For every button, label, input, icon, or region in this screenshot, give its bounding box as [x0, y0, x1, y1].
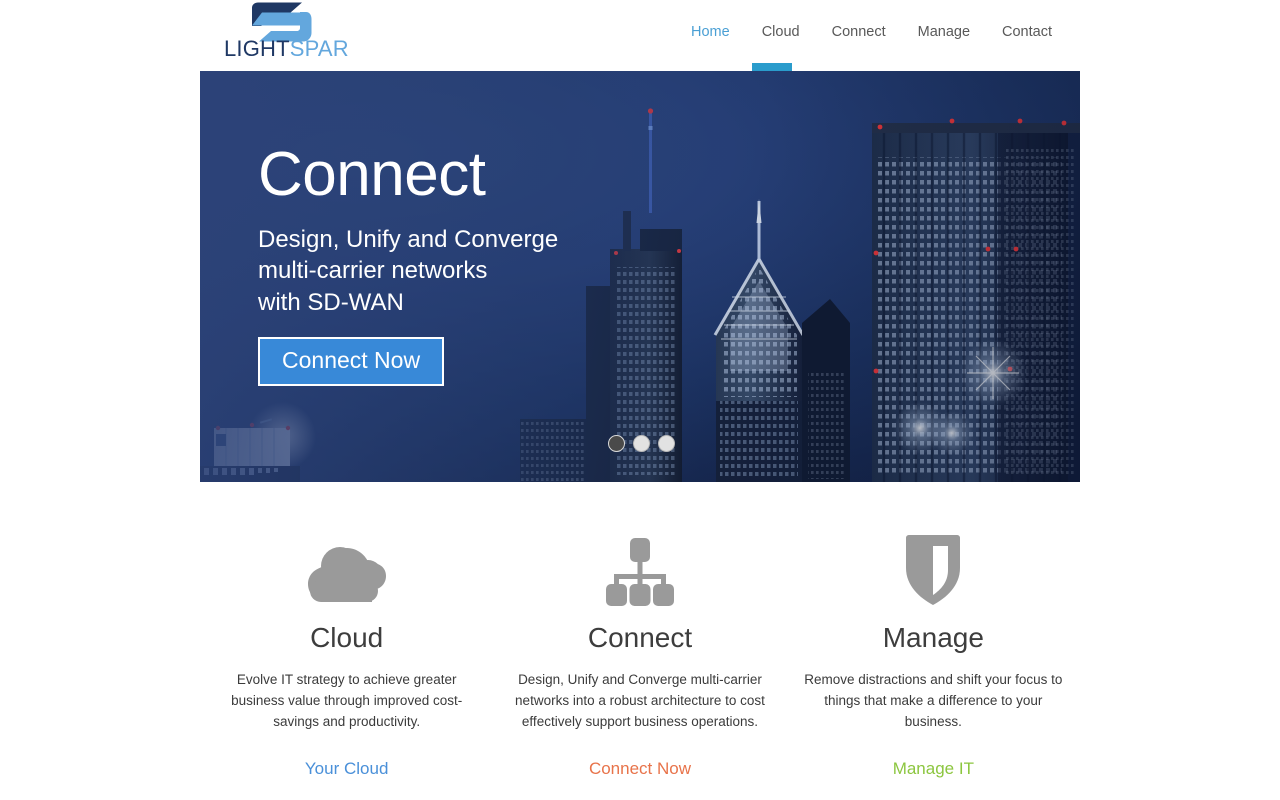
logo-wordmark: LIGHTSPAR: [224, 36, 349, 62]
carousel-dot-3[interactable]: [658, 435, 675, 452]
carousel-dot-2[interactable]: [633, 435, 650, 452]
feature-link-manage-it[interactable]: Manage IT: [893, 759, 974, 779]
logo-home-link[interactable]: LIGHTSPAR: [224, 2, 349, 64]
nav-item-contact[interactable]: Contact: [998, 22, 1056, 42]
carousel-dots: [608, 435, 675, 452]
feature-description-cloud: Evolve IT strategy to achieve greater bu…: [231, 672, 463, 729]
shield-icon: [906, 535, 961, 605]
feature-card-manage: Manage Remove distractions and shift you…: [787, 520, 1080, 779]
nav-item-manage[interactable]: Manage: [914, 22, 974, 42]
feature-link-your-cloud[interactable]: Your Cloud: [305, 759, 389, 779]
hero-connect-now-button[interactable]: Connect Now: [258, 336, 445, 387]
nav-item-connect[interactable]: Connect: [828, 22, 890, 42]
hero-title: Connect: [258, 140, 486, 209]
nav-item-home[interactable]: Home: [687, 22, 734, 42]
feature-title-cloud: Cloud: [310, 622, 384, 653]
feature-icon-wrap-connect: [509, 520, 770, 606]
hero-subtitle-line-1: Design, Unify and Converge: [258, 226, 559, 254]
feature-title-connect: Connect: [587, 622, 693, 653]
feature-card-cloud: Cloud Evolve IT strategy to achieve grea…: [200, 520, 493, 779]
feature-cards-section: Cloud Evolve IT strategy to achieve grea…: [200, 520, 1080, 779]
hero-content: Connect Design, Unify and Converge multi…: [258, 140, 698, 387]
cloud-icon: [307, 547, 386, 602]
hero-subtitle-line-3: with SD-WAN: [258, 288, 404, 316]
feature-icon-wrap-manage: [803, 520, 1064, 606]
feature-description-connect: Design, Unify and Converge multi-carrier…: [515, 672, 765, 729]
nav-item-cloud[interactable]: Cloud: [758, 22, 804, 42]
page-root: LIGHTSPAR Home Cloud Connect Manage Cont…: [0, 0, 1280, 800]
main-navigation: Home Cloud Connect Manage Contact: [687, 22, 1056, 42]
hero-subtitle: Design, Unify and Converge multi-carrier…: [258, 224, 698, 318]
logo-word-light: LIGHT: [224, 36, 290, 61]
carousel-dot-1[interactable]: [608, 435, 625, 452]
site-header: LIGHTSPAR Home Cloud Connect Manage Cont…: [0, 0, 1280, 71]
feature-card-connect: Connect Design, Unify and Converge multi…: [493, 520, 786, 779]
hero-subtitle-line-2: multi-carrier networks: [258, 257, 488, 285]
sitemap-icon: [605, 538, 674, 606]
feature-icon-wrap-cloud: [216, 520, 477, 606]
feature-description-manage: Remove distractions and shift your focus…: [804, 672, 1063, 729]
feature-title-manage: Manage: [882, 622, 984, 653]
hero-carousel: Connect Design, Unify and Converge multi…: [200, 71, 1080, 482]
nav-active-indicator: [752, 63, 792, 71]
logo-word-spar: SPAR: [289, 36, 349, 61]
feature-link-connect-now[interactable]: Connect Now: [589, 759, 691, 779]
